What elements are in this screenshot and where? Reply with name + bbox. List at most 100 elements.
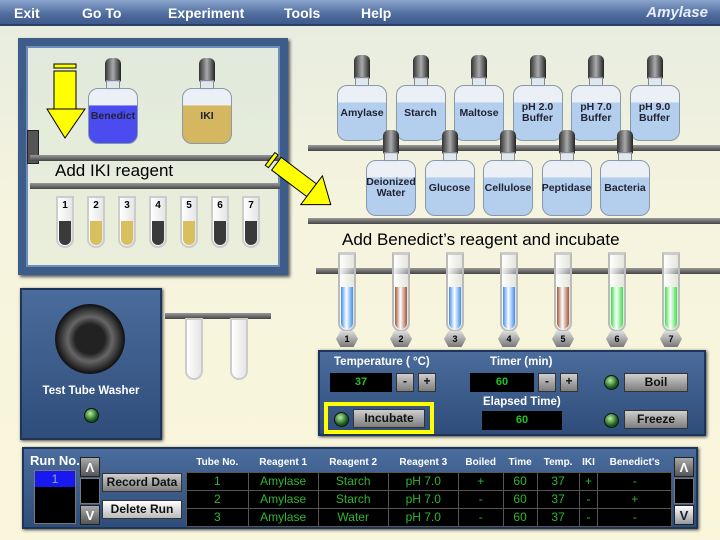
menu-go-to[interactable]: Go To [82,5,121,21]
incubate-button[interactable]: Incubate [353,409,425,428]
dropper-cap-icon [105,58,121,82]
incubator-tube-2[interactable] [392,252,410,332]
table-cell: 2 [186,489,249,509]
table-scroll-up-button[interactable]: Λ [674,457,694,477]
bottle-label: pH 7.0 Buffer [580,101,612,124]
incubator-tube-3[interactable] [446,252,464,332]
table-row[interactable]: 3 Amylase Water pH 7.0-60 37- - [186,507,672,527]
tube-number-badge: 5 [552,331,574,347]
table-cell: pH 7.0 [387,489,459,509]
table-cell: Starch [317,471,389,491]
app-title: Amylase [646,4,708,21]
cabinet-tube-4[interactable]: 4 [149,196,167,248]
empty-tube[interactable] [185,318,203,380]
test-tube-washer[interactable]: Test Tube Washer [20,288,162,440]
bottle-starch[interactable]: Starch [394,55,448,141]
empty-tube[interactable] [230,318,248,380]
column-header: IKI [582,457,595,469]
dropper-cap-icon [617,130,633,154]
table-cell: 37 [536,471,580,491]
run-scrollbar[interactable] [80,478,100,504]
tube-liquid [341,287,353,329]
incubator-tube-4[interactable] [500,252,518,332]
bottle-amylase[interactable]: Amylase [335,55,389,141]
bottle-cellulose[interactable]: Cellulose [481,130,535,216]
timer-label: Timer (min) [490,356,553,368]
incubate-indicator-light [334,412,349,427]
delete-run-button[interactable]: Delete Run [102,500,182,519]
dropper-cap-icon [354,55,370,79]
bottle-label: Deionized Water [366,176,416,199]
cabinet-tube-2[interactable]: 2 [87,196,105,248]
tube-liquid [611,287,623,329]
tube-number: 2 [93,200,99,211]
bottle-peptidase[interactable]: Peptidase [540,130,594,216]
tube-number: 6 [217,200,223,211]
bottle-body: Benedict [88,88,138,144]
temperature-increase-button[interactable]: + [418,373,436,392]
bottle-ph-7-0-buffer[interactable]: pH 7.0 Buffer [569,55,623,141]
tube-liquid [152,221,164,245]
dropper-cap-icon [646,55,663,79]
results-panel: Run No. 1 Λ V Record Data Delete Run Tub… [22,447,698,529]
timer-decrease-button[interactable]: - [538,373,556,392]
freeze-button[interactable]: Freeze [624,410,688,429]
table-cell: - [578,489,599,509]
incubator-rack [316,268,720,274]
tube-liquid [449,287,461,329]
record-data-button[interactable]: Record Data [102,473,182,492]
table-row[interactable]: 2 Amylase Starch pH 7.0-60 37- + [186,489,672,509]
bottle-label: Glucose [428,181,471,194]
bottle-glucose[interactable]: Glucose [423,130,477,216]
tube-liquid [90,221,102,245]
table-cell: Water [317,507,389,527]
temperature-decrease-button[interactable]: - [396,373,414,392]
incubator-tube-5[interactable] [554,252,572,332]
run-scroll-up-button[interactable]: Λ [80,457,100,477]
cabinet-tube-5[interactable]: 5 [180,196,198,248]
bottle-deionized-water[interactable]: Deionized Water [364,130,418,216]
bottle-label: Benedict [90,109,136,122]
cabinet-tube-6[interactable]: 6 [211,196,229,248]
run-list-item[interactable]: 1 [35,471,75,487]
run-number-label: Run No. [30,453,80,468]
bottle-body: Bacteria [600,160,650,216]
tube-number-badge: 7 [660,331,682,347]
washer-drain-icon [55,304,125,374]
run-list[interactable]: 1 [34,470,76,524]
table-cell: - [597,507,672,527]
incubator-tube-6[interactable] [608,252,626,332]
menu-bar: Exit Go To Experiment Tools Help Amylase [0,0,720,26]
table-row[interactable]: 1 Amylase Starch pH 7.0 +60 37 + - [186,471,672,491]
bottle-bacteria[interactable]: Bacteria [598,130,652,216]
cabinet-tube-1[interactable]: 1 [56,196,74,248]
menu-help[interactable]: Help [361,5,391,21]
bottle-iki[interactable]: IKI [180,58,234,144]
table-cell: 60 [502,489,538,509]
menu-experiment[interactable]: Experiment [168,5,244,21]
bottle-benedict[interactable]: Benedict [86,58,140,144]
bottle-ph-9-0-buffer[interactable]: pH 9.0 Buffer [628,55,682,141]
run-scroll-down-button[interactable]: V [80,505,100,525]
cabinet-tube-3[interactable]: 3 [118,196,136,248]
menu-exit[interactable]: Exit [14,5,40,21]
table-scroll-down-button[interactable]: V [674,505,694,525]
column-header: Boiled [465,457,496,469]
bottle-label: Maltose [459,106,499,119]
timer-increase-button[interactable]: + [560,373,578,392]
table-cell: pH 7.0 [387,507,459,527]
table-scrollbar[interactable] [674,478,694,504]
bottle-ph-2-0-buffer[interactable]: pH 2.0 Buffer [511,55,565,141]
incubator-tube-7[interactable] [662,252,680,332]
tube-number: 5 [186,200,192,211]
incubator-tube-1[interactable] [338,252,356,332]
menu-tools[interactable]: Tools [284,5,320,21]
cabinet-tube-7[interactable]: 7 [242,196,260,248]
column-header: Reagent 2 [329,457,378,469]
bottle-maltose[interactable]: Maltose [452,55,506,141]
tube-liquid [557,287,569,329]
boil-button[interactable]: Boil [624,373,688,392]
table-cell: 37 [536,489,580,509]
dropper-cap-icon [529,55,546,79]
bottle-label: Bacteria [604,181,646,194]
